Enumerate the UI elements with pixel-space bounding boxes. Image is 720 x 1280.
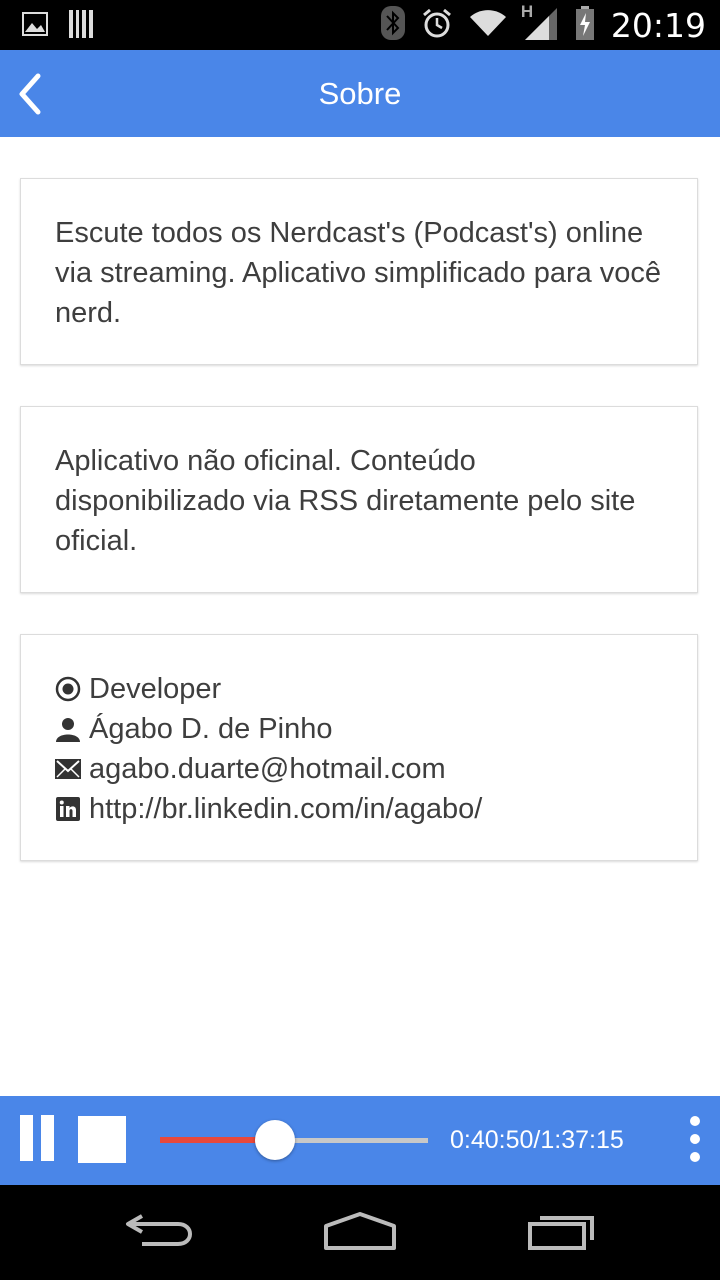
pause-icon <box>41 1115 54 1161</box>
battery-charging-icon <box>575 6 595 45</box>
nav-recents-button[interactable] <box>526 1210 598 1257</box>
developer-email-row[interactable]: agabo.duarte@hotmail.com <box>55 749 663 789</box>
signal-h-icon: H <box>521 2 559 45</box>
mail-icon <box>55 756 81 782</box>
developer-role: Developer <box>89 673 222 705</box>
back-button[interactable] <box>10 70 56 118</box>
description-text: Escute todos os Nerdcast's (Podcast's) o… <box>55 217 662 329</box>
system-nav-bar <box>0 1185 720 1280</box>
page-title: Sobre <box>318 76 402 111</box>
seek-thumb[interactable] <box>255 1120 296 1160</box>
stop-button[interactable] <box>78 1116 126 1163</box>
developer-email-link[interactable]: agabo.duarte@hotmail.com <box>89 749 446 789</box>
person-icon <box>55 716 81 742</box>
developer-role-row: Developer <box>55 669 663 709</box>
media-player-bar: 0:40:50/1:37:15 <box>0 1096 720 1185</box>
disclaimer-card: Aplicativo não oficinal. Conteúdo dispon… <box>20 406 698 593</box>
status-time: 20:19 <box>610 5 706 45</box>
description-card: Escute todos os Nerdcast's (Podcast's) o… <box>20 178 698 365</box>
back-nav-icon <box>126 1214 192 1246</box>
developer-name: Ágabo D. de Pinho <box>89 713 333 745</box>
home-nav-icon <box>324 1212 396 1250</box>
developer-linkedin-link[interactable]: http://br.linkedin.com/in/agabo/ <box>89 789 482 829</box>
network-type-label: H <box>520 2 534 21</box>
developer-linkedin-row[interactable]: http://br.linkedin.com/in/agabo/ <box>55 789 663 829</box>
pause-icon <box>20 1115 33 1161</box>
nav-back-button[interactable] <box>122 1210 196 1255</box>
app-bar: Sobre <box>0 50 720 137</box>
disclaimer-text: Aplicativo não oficinal. Conteúdo dispon… <box>55 445 636 557</box>
recents-nav-icon <box>528 1216 594 1250</box>
image-icon <box>22 12 48 41</box>
developer-name-row: Ágabo D. de Pinho <box>55 709 663 749</box>
chevron-left-icon <box>19 73 41 115</box>
more-vertical-icon <box>690 1116 700 1126</box>
wifi-icon <box>469 8 507 43</box>
playback-time: 0:40:50/1:37:15 <box>450 1126 624 1154</box>
alarm-icon <box>421 7 453 44</box>
seek-bar[interactable] <box>160 1120 428 1160</box>
barcode-icon <box>68 10 94 43</box>
nav-home-button[interactable] <box>322 1210 398 1257</box>
more-vertical-icon <box>690 1134 700 1144</box>
linkedin-icon <box>55 796 81 822</box>
developer-card: Developer Ágabo D. de Pinho agabo.duarte… <box>20 634 698 861</box>
more-vertical-icon <box>690 1152 700 1162</box>
radio-target-icon <box>55 676 81 702</box>
more-options-button[interactable] <box>680 1116 710 1162</box>
pause-button[interactable] <box>20 1115 54 1161</box>
status-bar: H 20:19 <box>0 0 720 50</box>
bluetooth-icon <box>380 6 405 45</box>
